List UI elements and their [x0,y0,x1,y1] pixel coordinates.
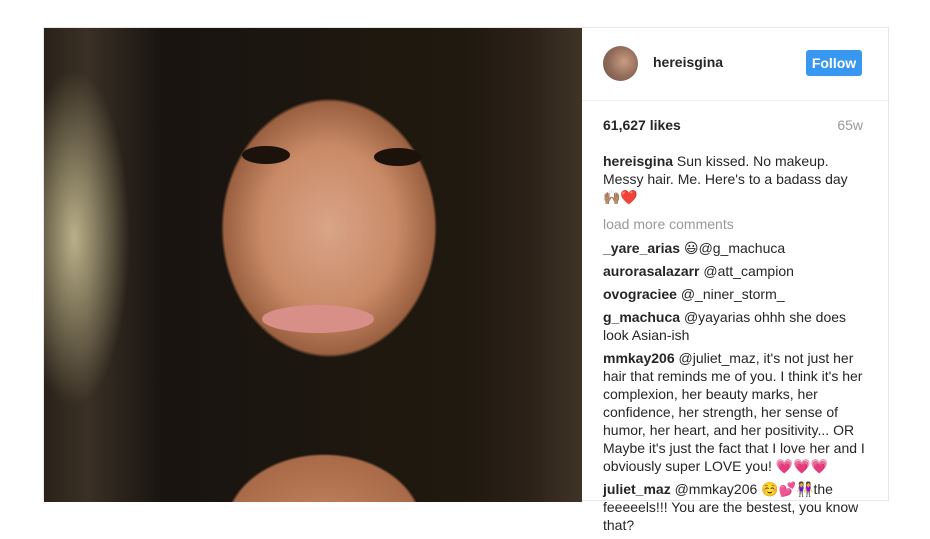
left-eye [242,146,290,164]
comment-text: 😃@g_machuca [683,240,786,256]
likes-count[interactable]: 61,627 likes [603,117,681,133]
avatar[interactable] [603,46,638,81]
comment-username[interactable]: ovograciee [603,286,677,302]
follow-button[interactable]: Follow [806,50,862,76]
right-eye [374,148,422,166]
post-header: hereisgina Follow [582,28,890,101]
sunlight-highlight [44,28,582,502]
comment-username[interactable]: mmkay206 [603,350,675,366]
lips [262,305,374,333]
post-photo[interactable] [44,28,582,502]
post-age[interactable]: 65w [837,117,863,133]
comment-username[interactable]: _yare_arias [603,240,680,256]
caption-emoji: 🙌🏽❤️ [603,190,638,206]
comment-username[interactable]: aurorasalazarr [603,263,700,279]
comment-text: @_niner_storm_ [680,286,785,302]
comment-item: ovograciee @_niner_storm_ [603,285,865,303]
comment-text: @att_campion [703,263,794,279]
comment-item: g_machuca @yayarias ohhh she does look A… [603,308,865,344]
comment-text: @juliet_maz, it's not just her hair that… [603,350,865,474]
post-stats: 61,627 likes 65w [603,117,863,137]
caption-username[interactable]: hereisgina [603,153,673,169]
instagram-post: hereisgina Follow 61,627 likes 65w herei… [43,27,890,533]
post-sidebar: hereisgina Follow 61,627 likes 65w herei… [582,28,890,533]
comment-item: mmkay206 @juliet_maz, it's not just her … [603,349,865,475]
comment-item: aurorasalazarr @att_campion [603,262,865,280]
caption: hereisgina Sun kissed. No makeup. Messy … [603,152,865,207]
comment-item: _yare_arias 😃@g_machuca [603,239,865,257]
comment-username[interactable]: g_machuca [603,309,680,325]
load-more-comments-link[interactable]: load more comments [603,215,865,233]
username-link[interactable]: hereisgina [653,54,723,70]
comment-item: juliet_maz @mmkay206 ☺️💕👭the feeeeels!!!… [603,480,865,534]
comments-list: hereisgina Sun kissed. No makeup. Messy … [603,152,865,539]
comment-username[interactable]: juliet_maz [603,481,671,497]
